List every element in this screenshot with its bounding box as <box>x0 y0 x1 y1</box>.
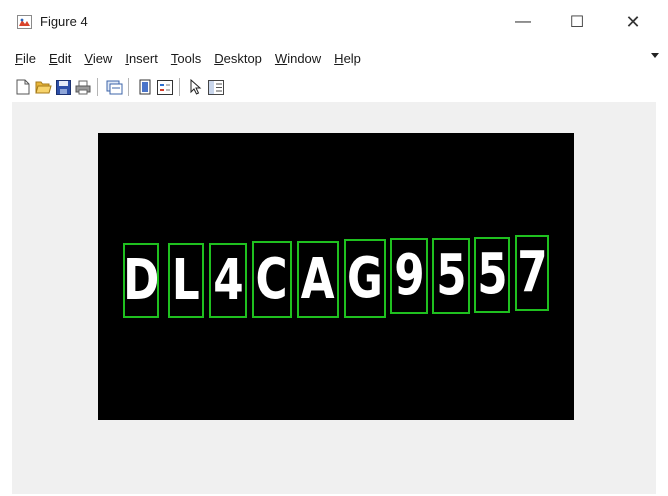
toolbar-separator <box>128 78 129 96</box>
menu-file[interactable]: File <box>10 51 41 66</box>
char-glyph: 9 <box>393 243 425 308</box>
matlab-figure-icon <box>17 15 32 29</box>
char-glyph: 4 <box>212 247 244 313</box>
colorbar-icon[interactable] <box>136 78 154 96</box>
menu-bar: File Edit View Insert Tools Desktop Wind… <box>0 46 668 70</box>
property-editor-icon[interactable] <box>207 78 225 96</box>
char-glyph: A <box>301 246 335 312</box>
legend-icon[interactable] <box>156 78 174 96</box>
maximize-button[interactable]: ☐ <box>552 0 602 44</box>
link-plot-icon[interactable] <box>105 78 123 96</box>
char-glyph: G <box>347 245 383 311</box>
image-axes[interactable]: D L 4 C A G 9 5 5 7 <box>98 133 574 420</box>
close-icon: ✕ <box>625 11 641 32</box>
char-bounding-box: A <box>297 241 339 318</box>
save-icon[interactable] <box>54 78 72 96</box>
char-bounding-box: C <box>252 241 292 318</box>
open-file-icon[interactable] <box>34 78 52 96</box>
minimize-icon: — <box>515 13 531 30</box>
char-glyph: 5 <box>435 243 467 308</box>
close-button[interactable]: ✕ <box>608 0 658 44</box>
print-icon[interactable] <box>74 78 92 96</box>
menu-insert[interactable]: Insert <box>120 51 163 66</box>
char-bounding-box: 5 <box>432 238 470 314</box>
char-bounding-box: 9 <box>390 238 428 314</box>
char-bounding-box: L <box>168 243 204 318</box>
title-bar: Figure 4 — ☐ ✕ <box>0 0 668 44</box>
char-bounding-box: D <box>123 243 159 318</box>
new-figure-icon[interactable] <box>14 78 32 96</box>
char-glyph: 5 <box>476 242 508 307</box>
maximize-icon: ☐ <box>569 14 585 31</box>
pointer-icon[interactable] <box>187 78 205 96</box>
menu-desktop[interactable]: Desktop <box>209 51 267 66</box>
toolbar-overflow-icon[interactable] <box>651 53 659 58</box>
char-glyph: C <box>255 246 289 312</box>
char-bounding-box: G <box>344 239 386 318</box>
toolbar-separator <box>97 78 98 96</box>
menu-view[interactable]: View <box>79 51 117 66</box>
toolbar-separator <box>179 78 180 96</box>
figure-canvas: D L 4 C A G 9 5 5 7 <box>12 102 656 494</box>
char-glyph: L <box>172 247 200 313</box>
char-glyph: 7 <box>516 240 548 305</box>
figure-toolbar <box>0 73 668 101</box>
char-glyph: D <box>123 247 159 313</box>
char-bounding-box: 5 <box>474 237 510 313</box>
menu-window[interactable]: Window <box>270 51 326 66</box>
menu-tools[interactable]: Tools <box>166 51 206 66</box>
menu-edit[interactable]: Edit <box>44 51 76 66</box>
menu-help[interactable]: Help <box>329 51 366 66</box>
char-bounding-box: 4 <box>209 243 247 318</box>
char-bounding-box: 7 <box>515 235 549 311</box>
minimize-button[interactable]: — <box>498 0 548 44</box>
window-title: Figure 4 <box>40 14 88 29</box>
